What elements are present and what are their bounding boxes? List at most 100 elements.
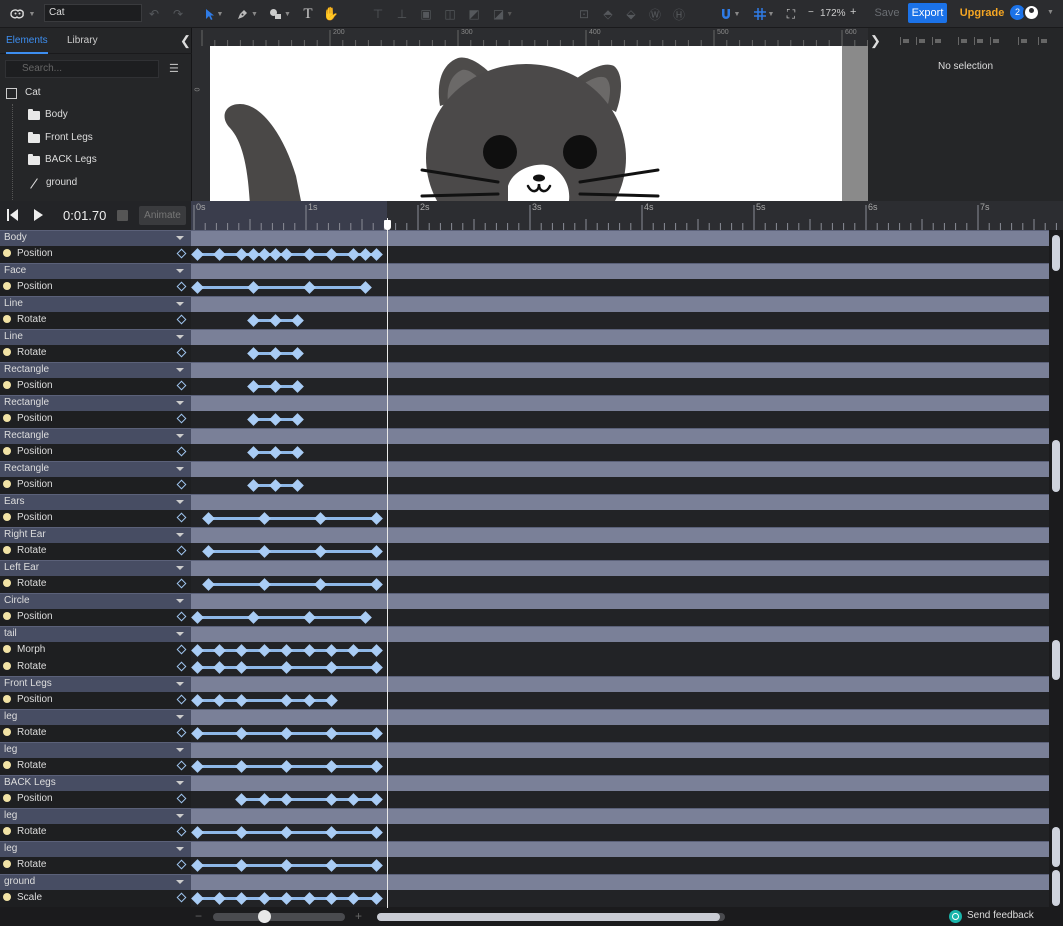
animate-button[interactable]: Animate (139, 206, 186, 225)
timeline-zoom-slider[interactable] (213, 913, 345, 921)
track-group-header[interactable]: tail (0, 626, 1049, 642)
track-property-row[interactable]: Morph (0, 642, 1049, 659)
collapse-group-icon[interactable] (176, 500, 184, 504)
scrollbar-thumb[interactable] (377, 913, 720, 921)
keyframe-track[interactable] (191, 345, 1049, 362)
artboard[interactable] (210, 46, 842, 201)
align-bottom-icon[interactable] (990, 37, 1000, 45)
track-property-row[interactable]: Rotate (0, 345, 1049, 362)
tab-elements[interactable]: Elements (6, 28, 48, 54)
add-keyframe-icon[interactable] (176, 694, 187, 705)
scrollbar-thumb[interactable] (1052, 235, 1060, 271)
add-keyframe-icon[interactable] (176, 611, 187, 622)
play-icon[interactable] (34, 209, 43, 221)
lightbulb-icon[interactable] (3, 695, 11, 703)
scrollbar-thumb[interactable] (1052, 640, 1060, 680)
fit-canvas-button[interactable]: ⛶ (783, 0, 799, 28)
timeline-zoom-in-icon[interactable]: + (355, 909, 362, 923)
lightbulb-icon[interactable] (3, 645, 11, 653)
document-name-input[interactable]: Cat (44, 4, 142, 22)
export-button[interactable]: Export (908, 3, 947, 23)
fit-selection-button[interactable]: ⊡ (577, 0, 591, 28)
add-keyframe-icon[interactable] (176, 793, 187, 804)
track-group-header[interactable]: leg (0, 841, 1049, 857)
height-button[interactable]: Ⓗ (672, 0, 686, 28)
playhead-handle[interactable] (384, 220, 391, 230)
align-left-icon[interactable] (900, 37, 910, 45)
add-keyframe-icon[interactable] (176, 413, 187, 424)
align-center-icon[interactable] (916, 37, 926, 45)
redo-button[interactable]: ↷ (170, 0, 186, 28)
add-keyframe-icon[interactable] (176, 281, 187, 292)
track-property-row[interactable]: Position (0, 791, 1049, 808)
lightbulb-icon[interactable] (3, 761, 11, 769)
tree-item-ground[interactable]: ground (28, 173, 77, 193)
skip-to-start-icon[interactable] (7, 209, 18, 221)
keyframe-track[interactable] (191, 312, 1049, 329)
mask-button[interactable]: ◫ (442, 0, 458, 28)
collapse-group-icon[interactable] (176, 632, 184, 636)
layer-filter-icon[interactable]: ☰ (169, 62, 179, 75)
add-keyframe-icon[interactable] (176, 760, 187, 771)
lightbulb-icon[interactable] (3, 447, 11, 455)
align-middle-button[interactable]: ⊥ (394, 0, 410, 28)
keyframe-track[interactable] (191, 411, 1049, 428)
collapse-group-icon[interactable] (176, 401, 184, 405)
collapse-group-icon[interactable] (176, 880, 184, 884)
lightbulb-icon[interactable] (3, 662, 11, 670)
upgrade-button[interactable]: Upgrade (958, 4, 1006, 22)
timeline-zoom-out-icon[interactable]: − (195, 909, 202, 923)
track-property-row[interactable]: Position (0, 279, 1049, 296)
lightbulb-icon[interactable] (3, 893, 11, 901)
track-property-row[interactable]: Rotate (0, 659, 1049, 676)
lightbulb-icon[interactable] (3, 579, 11, 587)
tree-item-back-legs[interactable]: BACK Legs (28, 150, 97, 170)
feedback-icon[interactable] (949, 910, 962, 923)
align-top-button[interactable]: ⊤ (370, 0, 386, 28)
zoom-out-button[interactable]: − (808, 7, 814, 18)
add-keyframe-icon[interactable] (176, 446, 187, 457)
zoom-level[interactable]: 172% (820, 0, 846, 28)
lightbulb-icon[interactable] (3, 513, 11, 521)
scrollbar-thumb[interactable] (1052, 827, 1060, 867)
add-keyframe-icon[interactable] (176, 661, 187, 672)
add-keyframe-icon[interactable] (176, 347, 187, 358)
track-property-row[interactable]: Rotate (0, 758, 1049, 775)
avatar[interactable] (1023, 4, 1040, 21)
collapse-group-icon[interactable] (176, 335, 184, 339)
collapse-group-icon[interactable] (176, 748, 184, 752)
track-group-header[interactable]: Rectangle (0, 461, 1049, 477)
align-top-icon[interactable] (958, 37, 968, 45)
track-group-header[interactable]: Body (0, 230, 1049, 246)
collapse-group-icon[interactable] (176, 715, 184, 719)
lightbulb-icon[interactable] (3, 827, 11, 835)
width-button[interactable]: Ⓦ (648, 0, 662, 28)
timeline-vertical-scrollbar[interactable] (1049, 230, 1063, 907)
track-group-header[interactable]: leg (0, 808, 1049, 824)
tree-item-body[interactable]: Body (28, 105, 68, 125)
track-group-header[interactable]: Circle (0, 593, 1049, 609)
search-input[interactable]: Search... (5, 60, 159, 78)
track-property-row[interactable]: Scale (0, 890, 1049, 907)
add-keyframe-icon[interactable] (176, 859, 187, 870)
track-property-row[interactable]: Position (0, 609, 1049, 626)
lightbulb-icon[interactable] (3, 728, 11, 736)
lightbulb-icon[interactable] (3, 348, 11, 356)
zoom-in-button[interactable]: + (850, 6, 856, 18)
distribute-v-icon[interactable] (1038, 37, 1048, 45)
tree-root-cat[interactable]: Cat (6, 83, 41, 103)
tab-library[interactable]: Library (67, 28, 98, 54)
track-property-row[interactable]: Rotate (0, 312, 1049, 329)
collapse-group-icon[interactable] (176, 781, 184, 785)
track-group-header[interactable]: leg (0, 742, 1049, 758)
add-keyframe-icon[interactable] (176, 892, 187, 903)
track-property-row[interactable]: Position (0, 692, 1049, 709)
collapse-group-icon[interactable] (176, 368, 184, 372)
easing-icon[interactable] (117, 210, 128, 221)
collapse-group-icon[interactable] (176, 269, 184, 273)
lightbulb-icon[interactable] (3, 249, 11, 257)
track-group-header[interactable]: Rectangle (0, 362, 1049, 378)
timeline-zoom-knob[interactable] (258, 910, 271, 923)
collapse-group-icon[interactable] (176, 566, 184, 570)
track-property-row[interactable]: Position (0, 477, 1049, 494)
